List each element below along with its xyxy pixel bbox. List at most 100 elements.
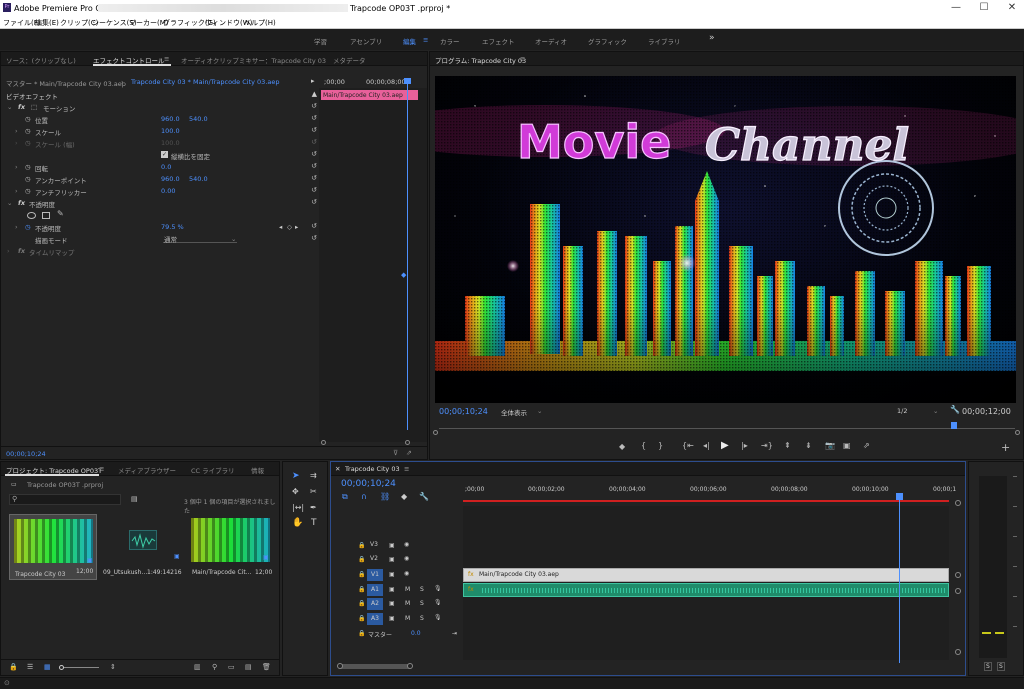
selection-tool-icon[interactable]: ➤ <box>292 471 300 481</box>
prev-keyframe-icon[interactable]: ◂ <box>279 223 282 231</box>
expand-arrow-icon[interactable]: › <box>15 127 18 135</box>
zoom-handle-left[interactable] <box>433 430 438 435</box>
go-to-out-icon[interactable]: ⇥} <box>761 441 773 450</box>
timeline-timecode[interactable]: 00;00;10;24 <box>341 479 396 489</box>
uniform-scale-checkbox[interactable]: ✓ <box>161 151 168 158</box>
clip-path-label[interactable]: Trapcode City 03 * Main/Trapcode City 03… <box>131 78 280 86</box>
new-bin-from-search-icon[interactable]: ▤ <box>131 495 138 503</box>
ws-effects[interactable]: エフェクト <box>482 36 515 46</box>
eye-icon[interactable]: ◉ <box>404 570 409 577</box>
timeline-playhead[interactable] <box>899 493 900 663</box>
expand-arrow-icon[interactable]: › <box>15 223 18 231</box>
v-scroll-top[interactable] <box>955 572 961 578</box>
position-row[interactable]: ◷ 位置 960.0 540.0 ↺ <box>1 113 319 125</box>
lock-icon[interactable]: 🔒 <box>358 630 365 637</box>
ws-learn[interactable]: 学習 <box>314 36 327 46</box>
anchor-x-value[interactable]: 960.0 <box>161 175 180 183</box>
solo-right-button[interactable]: S <box>997 662 1005 671</box>
tab-source[interactable]: ソース：(クリップなし) <box>6 55 76 65</box>
button-editor-icon[interactable]: + <box>1001 441 1010 454</box>
project-item-selected[interactable]: ▣ Trapcode City 03 12;00 <box>9 514 97 580</box>
track-label-a1[interactable]: A1 <box>367 584 383 596</box>
time-remap-row[interactable]: › fx タイムリマップ <box>1 245 319 257</box>
menu-edit[interactable]: 編集(E) <box>35 18 59 28</box>
sync-lock-icon[interactable]: ▣ <box>389 600 395 607</box>
ec-playhead[interactable] <box>407 80 408 430</box>
eye-icon[interactable]: ◉ <box>404 555 409 562</box>
ec-clip-bar[interactable]: Main/Trapcode City 03.aep <box>321 90 418 100</box>
project-item-audio[interactable]: ▣ 09_Utsukush… 1:49:14216 <box>101 514 189 580</box>
rotation-value[interactable]: 0.0 <box>161 163 171 171</box>
anchor-y-value[interactable]: 540.0 <box>189 175 208 183</box>
opacity-value-row[interactable]: › ◷ 不透明度 79.5 % ◂ ◇ ▸ ↺ <box>1 221 319 233</box>
position-y-value[interactable]: 540.0 <box>189 115 208 123</box>
transform-icon[interactable]: ⬚ <box>31 103 37 111</box>
tab-cc-libraries[interactable]: CC ライブラリ <box>191 465 235 475</box>
add-keyframe-icon[interactable]: ◇ <box>287 223 292 231</box>
reset-icon[interactable]: ↺ <box>311 102 317 110</box>
linked-selection-icon[interactable]: ⛓ <box>380 492 390 501</box>
reset-icon[interactable]: ↺ <box>311 114 317 122</box>
lock-icon[interactable]: 🔒 <box>358 600 365 607</box>
lock-icon[interactable]: 🔒 <box>358 542 365 549</box>
v-scroll-bottom[interactable] <box>955 588 961 594</box>
minimize-button[interactable]: — <box>950 2 962 14</box>
ec-scroll-left[interactable] <box>321 440 326 445</box>
tab-info[interactable]: 情報 <box>251 465 264 475</box>
blend-mode-select[interactable]: 通常 <box>163 234 237 244</box>
program-title[interactable]: プログラム: Trapcode City 03 <box>435 55 526 65</box>
reset-icon[interactable]: ↺ <box>311 186 317 194</box>
ws-menu-icon[interactable]: ≡ <box>423 36 428 44</box>
scale-value[interactable]: 100.0 <box>161 127 180 135</box>
ec-mini-timeline[interactable]: Main/Trapcode City 03.aep <box>319 78 427 442</box>
timeline-playhead-handle[interactable] <box>896 493 903 500</box>
track-select-tool-icon[interactable]: ⇉ <box>310 471 317 480</box>
mic-icon[interactable]: 🎙 <box>434 585 442 592</box>
ws-more-icon[interactable]: » <box>709 33 715 43</box>
ec-playhead-handle[interactable] <box>404 78 411 84</box>
sync-lock-icon[interactable]: ▣ <box>389 571 395 578</box>
tab-sequence[interactable]: Trapcode City 03 <box>345 465 400 473</box>
extract-icon[interactable]: ⇟ <box>805 441 812 450</box>
keyframe-marker-icon[interactable]: ◆ <box>401 271 406 279</box>
reset-icon[interactable]: ↺ <box>311 174 317 182</box>
opacity-row[interactable]: ⌄ fx 不透明度 ↺ <box>1 197 319 209</box>
share-icon[interactable]: ⇗ <box>863 441 870 450</box>
timeline-settings-icon[interactable]: 🔧 <box>419 492 429 501</box>
maximize-button[interactable]: ☐ <box>978 2 990 14</box>
ellipse-mask-icon[interactable] <box>27 212 36 219</box>
mic-icon[interactable]: 🎙 <box>434 599 442 606</box>
play-icon[interactable]: ▶ <box>721 440 729 451</box>
razor-tool-icon[interactable]: ✂ <box>310 487 317 496</box>
v-scroll-end[interactable] <box>955 649 961 655</box>
filter-icon[interactable]: ⊽ <box>393 449 398 457</box>
sync-lock-icon[interactable]: ▣ <box>389 615 395 622</box>
step-forward-icon[interactable]: |▸ <box>741 441 748 450</box>
stopwatch-icon[interactable]: ◷ <box>25 163 31 171</box>
project-search-input[interactable]: ⚲ <box>9 494 121 505</box>
play-only-icon[interactable]: ▸ <box>311 77 315 85</box>
eye-icon[interactable]: ◉ <box>404 541 409 548</box>
snap-icon[interactable]: ∩ <box>361 492 367 501</box>
ws-graphics[interactable]: グラフィック <box>588 36 627 46</box>
timeline-menu-icon[interactable]: ≡ <box>404 465 409 473</box>
tab-menu-icon[interactable]: ≡ <box>164 55 169 63</box>
nest-toggle-icon[interactable]: ⧉ <box>342 492 348 502</box>
track-label-v2[interactable]: V2 <box>368 555 380 564</box>
stopwatch-active-icon[interactable]: ◷ <box>25 223 31 231</box>
lift-icon[interactable]: ⇞ <box>784 441 791 450</box>
fit-select[interactable]: 全体表示 <box>501 407 527 417</box>
tab-metadata[interactable]: メタデータ <box>333 55 366 65</box>
audio-clip[interactable]: fx <box>463 583 949 597</box>
find-icon[interactable]: ⚲ <box>212 663 217 671</box>
program-playhead[interactable] <box>951 422 957 429</box>
h-scrollbar[interactable] <box>339 664 411 669</box>
stopwatch-icon[interactable]: ◷ <box>25 115 31 123</box>
uniform-scale-row[interactable]: ✓ 縦横比を固定 ↺ <box>1 149 319 161</box>
icon-view-icon[interactable]: ▦ <box>44 663 51 671</box>
ws-edit[interactable]: 編集 <box>403 36 416 46</box>
ripple-edit-tool-icon[interactable]: ✥ <box>292 487 299 496</box>
rectangle-mask-icon[interactable] <box>42 212 50 219</box>
h-scroll-left[interactable] <box>337 663 343 669</box>
pen-tool-icon[interactable]: ✒ <box>310 503 317 512</box>
